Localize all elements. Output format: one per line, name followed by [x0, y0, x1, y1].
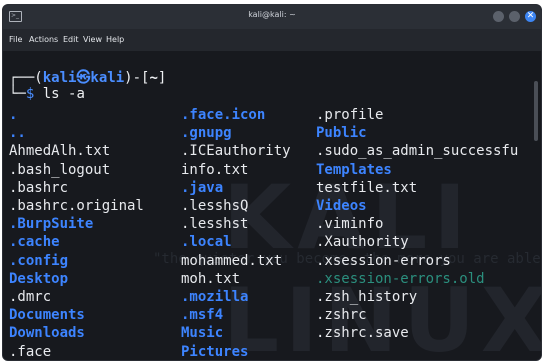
file-entry: .zshrc.save	[316, 325, 409, 342]
directory-entry: .gnupg	[181, 125, 232, 142]
directory-entry: Templates	[316, 161, 392, 178]
file-entry: .bashrc.original	[9, 198, 144, 214]
prompt-line-2: └─$ ls -a	[9, 86, 85, 102]
directory-entry: ..	[9, 125, 26, 142]
prompt-dollar: $	[25, 86, 35, 102]
terminal-window: >_ kali@kali: ~ ✕ File Actions Edit View…	[2, 4, 542, 361]
menu-file[interactable]: File	[9, 35, 22, 44]
prompt-end: ]	[157, 70, 167, 86]
directory-entry: .face.icon	[181, 107, 266, 123]
file-entry: .lesshsQ	[181, 198, 249, 214]
directory-entry: .mozilla	[181, 289, 249, 305]
directory-entry: Pictures	[181, 343, 249, 360]
menu-actions[interactable]: Actions	[29, 35, 58, 44]
menu-help[interactable]: Help	[106, 35, 124, 44]
file-entry: .dmrc	[9, 289, 52, 305]
terminal-output[interactable]: KALI LINUX "the quieter you become, the …	[3, 51, 541, 360]
command-text: ls -a	[42, 86, 85, 102]
prompt-mid: )-[	[124, 70, 150, 86]
file-entry: moh.txt	[181, 270, 241, 287]
file-entry: .ICEauthority	[181, 143, 291, 160]
directory-entry: Desktop	[9, 270, 69, 287]
menu-edit[interactable]: Edit	[63, 35, 79, 44]
directory-entry: .BurpSuite	[9, 216, 94, 233]
menu-bar: File Actions Edit View Help	[3, 29, 541, 51]
file-entry: .xsession-errors.old	[316, 270, 485, 287]
directory-entry: Public	[316, 125, 367, 142]
directory-entry: .cache	[9, 234, 60, 251]
directory-entry: .java	[181, 179, 224, 196]
prompt-user-host: kali㉿kali	[42, 70, 125, 86]
file-entry: .xsession-errors	[316, 252, 451, 269]
title-bar[interactable]: >_ kali@kali: ~ ✕	[3, 5, 541, 29]
maximize-button[interactable]	[509, 11, 520, 22]
file-entry: .profile	[316, 107, 384, 123]
directory-entry: .local	[181, 234, 232, 251]
directory-entry: .msf4	[181, 307, 224, 324]
prompt-path: ~	[149, 70, 158, 86]
file-entry: .sudo_as_admin_successfu	[316, 143, 519, 160]
window-title: kali@kali: ~	[248, 10, 296, 19]
directory-entry: Videos	[316, 198, 367, 214]
file-entry: testfile.txt	[316, 179, 418, 196]
file-entry: .face	[9, 343, 52, 360]
file-entry: .bash_logout	[9, 161, 111, 178]
file-entry: .Xauthority	[316, 234, 409, 251]
directory-entry: Downloads	[9, 325, 85, 342]
file-entry: .zsh_history	[316, 289, 418, 305]
prompt-corner: ┌──(	[9, 70, 43, 86]
file-entry: mohammed.txt	[181, 252, 283, 269]
prompt-second-prefix: └─	[9, 86, 26, 102]
file-entry: info.txt	[181, 161, 249, 178]
file-entry: .viminfo	[316, 216, 384, 233]
file-entry: AhmedAlh.txt	[9, 143, 111, 160]
file-entry: .bashrc	[9, 179, 69, 196]
file-entry: .lesshst	[181, 216, 249, 233]
close-button[interactable]: ✕	[525, 11, 536, 22]
file-entry: .zshrc	[316, 307, 367, 324]
directory-entry: .config	[9, 252, 69, 269]
minimize-button[interactable]	[493, 11, 504, 22]
directory-entry: Documents	[9, 307, 85, 324]
directory-entry: .	[9, 107, 18, 123]
scrollbar[interactable]	[534, 81, 538, 141]
prompt-line-1: ┌──(kali㉿kali)-[~]	[9, 67, 166, 87]
menu-view[interactable]: View	[83, 35, 102, 44]
directory-entry: Music	[181, 325, 224, 342]
